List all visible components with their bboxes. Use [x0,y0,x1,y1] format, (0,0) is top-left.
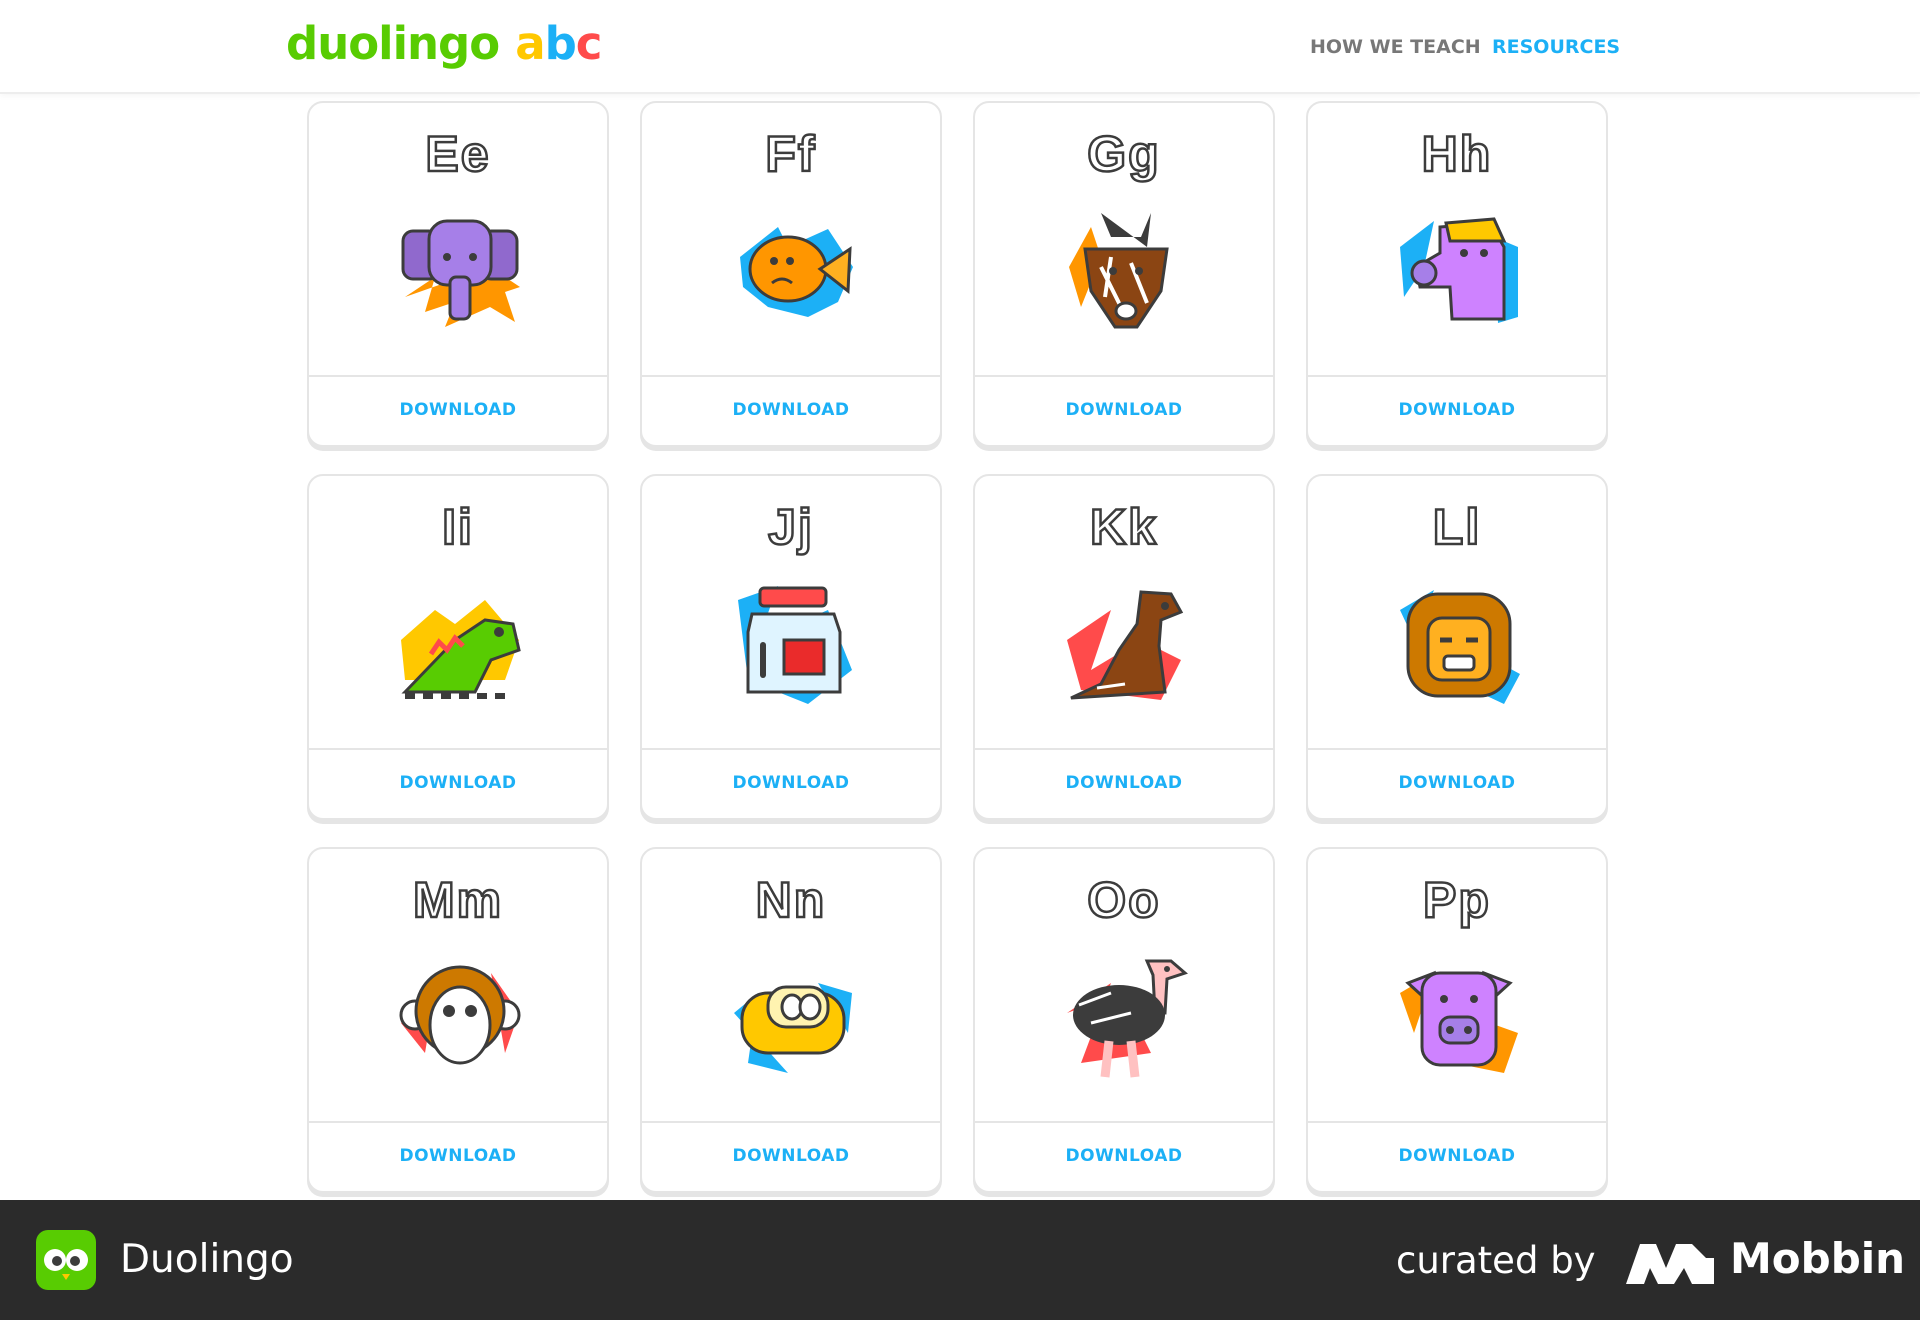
card-letter: Jj [767,498,814,557]
pig-illustration [1400,970,1518,1073]
mobbin-wordmark: Mobbin [1730,1234,1906,1283]
letter-card-m: Mm DOWNLOAD [307,847,609,1193]
download-button[interactable]: DOWNLOAD [975,750,1273,816]
duolingo-owl-icon [36,1230,96,1290]
card-letter: Nn [754,871,827,930]
card-letter: Ff [764,125,817,184]
brand-name: Duolingo [120,1237,294,1282]
card-letter: Hh [1420,125,1493,184]
nest-illustration [734,983,852,1073]
download-button[interactable]: DOWNLOAD [309,750,607,816]
letter-card-i: Ii DOWNLOAD [307,474,609,820]
download-button[interactable]: DOWNLOAD [1308,377,1606,443]
download-button[interactable]: DOWNLOAD [642,750,940,816]
lion-illustration [1400,590,1520,704]
card-letter: Kk [1089,498,1158,557]
monkey-illustration [399,965,521,1065]
letter-card-l: Ll DOWNLOAD [1306,474,1608,820]
card-letter: Pp [1422,871,1491,930]
letter-card-o: Oo DOWNLOAD [973,847,1275,1193]
curated-by-label: curated by [1396,1239,1596,1282]
letter-card-g: Gg DOWNLOAD [973,101,1275,447]
card-letter: Oo [1086,871,1161,930]
letter-card-p: Pp DOWNLOAD [1306,847,1608,1193]
download-button[interactable]: DOWNLOAD [309,377,607,443]
download-button[interactable]: DOWNLOAD [309,1123,607,1189]
download-button[interactable]: DOWNLOAD [1308,1123,1606,1189]
mobbin-logo-icon [1626,1244,1714,1284]
kangaroo-illustration [1067,590,1184,700]
download-button[interactable]: DOWNLOAD [1308,750,1606,816]
download-button[interactable]: DOWNLOAD [642,1123,940,1189]
ostrich-illustration [1067,959,1188,1078]
card-letter: Gg [1086,125,1161,184]
download-button[interactable]: DOWNLOAD [642,377,940,443]
letter-card-j: Jj DOWNLOAD [640,474,942,820]
iguana-illustration [401,600,521,699]
jar-illustration [738,586,852,704]
download-button[interactable]: DOWNLOAD [975,377,1273,443]
download-button[interactable]: DOWNLOAD [975,1123,1273,1189]
card-letter: Ee [424,125,491,184]
horse-illustration [1400,217,1518,323]
card-letter: Mm [412,871,504,930]
letter-card-n: Nn DOWNLOAD [640,847,942,1193]
letter-card-grid: Ee DOWNLOAD Ff DOWNLOAD Gg DOWNLOAD Hh D… [0,0,1920,1200]
curation-footer-bar: Duolingo curated by Mobbin [0,1200,1920,1320]
fish-illustration [740,227,853,317]
goat-illustration [1069,213,1169,329]
elephant-illustration [401,219,520,327]
card-letter: Ii [441,498,474,557]
card-letter: Ll [1432,498,1482,557]
letter-card-h: Hh DOWNLOAD [1306,101,1608,447]
letter-card-f: Ff DOWNLOAD [640,101,942,447]
letter-card-k: Kk DOWNLOAD [973,474,1275,820]
letter-card-e: Ee DOWNLOAD [307,101,609,447]
